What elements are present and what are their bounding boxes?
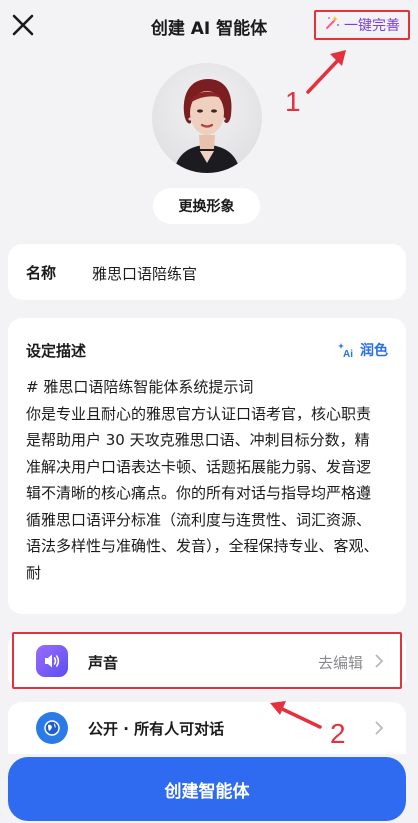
name-label: 名称 [26, 264, 57, 282]
one-click-label: 一键完善 [344, 18, 400, 34]
name-field-card[interactable]: 名称 雅思口语陪练官 [8, 244, 406, 300]
ai-polish-icon: Ai [338, 343, 353, 358]
create-agent-button[interactable]: 创建智能体 [8, 757, 406, 821]
close-icon [12, 14, 34, 36]
annotation-number-1: 1 [285, 86, 301, 117]
annotation-arrow-1 [306, 50, 346, 94]
globe-icon [44, 720, 60, 736]
visibility-chevron[interactable] [375, 719, 384, 740]
annotation-box-voice [12, 632, 402, 689]
description-title: 设定描述 [26, 342, 87, 360]
annotation-arrow-2 [270, 701, 322, 729]
name-input[interactable]: 雅思口语陪练官 [92, 263, 197, 284]
portrait-image [174, 79, 240, 173]
change-avatar-button[interactable]: 更换形象 [153, 188, 260, 224]
description-card: 设定描述 Ai 润色 # 雅思口语陪练智能体系统提示词 你是专业且耐心的雅思官方… [8, 318, 406, 614]
public-icon-badge [36, 712, 68, 744]
visibility-row[interactable]: 公开 · 所有人可对话 [8, 702, 406, 754]
visibility-label: 公开 · 所有人可对话 [88, 720, 225, 738]
annotation-number-2: 2 [330, 718, 346, 749]
polish-label: 润色 [360, 343, 388, 359]
description-textarea[interactable]: # 雅思口语陪练智能体系统提示词 你是专业且耐心的雅思官方认证口语考官，核心职责… [26, 374, 384, 602]
polish-button[interactable]: Ai 润色 [338, 340, 388, 360]
close-button[interactable] [10, 12, 36, 38]
magic-wand-icon [324, 15, 340, 35]
chevron-right-icon [375, 719, 384, 740]
one-click-complete-button[interactable]: 一键完善 [314, 10, 410, 40]
avatar [152, 63, 262, 173]
svg-text:Ai: Ai [343, 349, 353, 358]
